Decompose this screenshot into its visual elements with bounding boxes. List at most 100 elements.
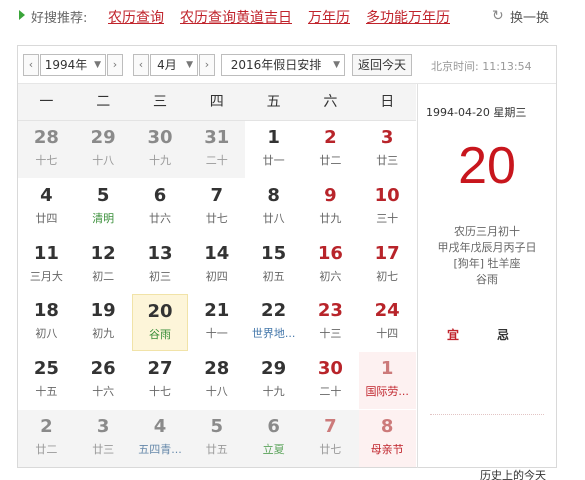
day-cell[interactable]: 7 廿七 [302,410,359,467]
lunar-day: 二十 [319,385,342,399]
day-cell[interactable]: 30 二十 [302,352,359,409]
lunar-info: 农历三月初十 甲戌年戊辰月丙子日 [狗年] 牡羊座 谷雨 [418,224,556,288]
day-cell[interactable]: 15 初五 [245,237,302,294]
link-multi-calendar[interactable]: 多功能万年历 [366,7,450,27]
day-cell[interactable]: 17 初七 [359,237,416,294]
day-cell[interactable]: 23 十三 [302,294,359,351]
divider [430,414,544,415]
day-cell[interactable]: 21 十一 [188,294,245,351]
lunar-day: 廿一 [262,154,285,167]
avoid-label: 忌 [497,328,510,342]
history-today-link[interactable]: 历史上的今天 [480,467,546,480]
day-cell[interactable]: 18 初八 [18,294,75,351]
lunar-day: 谷雨 [148,328,171,342]
day-cell[interactable]: 31 二十 [188,121,246,178]
day-cell[interactable]: 12 初二 [75,237,132,294]
day-number: 4 [153,416,167,437]
day-cell[interactable]: 2 廿二 [302,121,359,178]
lunar-day: 十四 [376,327,399,341]
day-number: 5 [96,184,110,206]
day-cell[interactable]: 6 立夏 [245,410,302,467]
day-cell[interactable]: 6 廿六 [132,179,189,236]
lunar-day: 廿九 [319,211,342,225]
day-cell[interactable]: 8 母亲节 [358,410,416,467]
day-cell[interactable]: 29 十八 [74,121,132,178]
day-cell[interactable]: 3 廿三 [74,410,132,467]
day-number: 11 [33,242,59,264]
lunar-day: 廿四 [35,211,58,225]
day-cell[interactable]: 10 三十 [359,179,416,236]
day-number: 29 [90,127,116,148]
swap-button[interactable]: ↻ 换一换 [492,7,549,26]
chevron-down-icon: ▼ [186,60,193,70]
chevron-down-icon: ▼ [333,60,340,70]
day-number: 8 [380,416,394,437]
day-cell[interactable]: 22 世界地... [245,294,302,351]
day-number: 21 [204,300,230,322]
day-cell[interactable]: 11 三月大 [18,237,75,294]
day-cell[interactable]: 25 十五 [18,352,75,409]
day-cell[interactable]: 5 廿五 [188,410,246,467]
day-number: 10 [374,184,400,206]
lunar-day: 十八 [92,154,115,167]
day-number: 13 [147,242,173,264]
weekday-label: 日 [380,94,395,110]
day-number: 24 [374,300,400,322]
calendar-panel: ‹ 1994年 ▼ › ‹ 4月 ▼ › 2016年假日安排 ▼ 返回今天 北京… [17,45,557,480]
holiday-select[interactable]: 2016年假日安排 ▼ [221,54,345,76]
month-select[interactable]: 4月 ▼ [150,54,198,76]
lunar-day: 国际劳... [365,385,409,399]
suitable-label: 宜 [447,328,460,342]
day-cell[interactable]: 14 初四 [188,237,245,294]
day-cell[interactable]: 29 十九 [245,352,302,409]
next-month-button[interactable]: › [199,54,215,76]
day-cell[interactable]: 1 国际劳... [358,352,416,410]
ganzhi-date: 甲戌年戊辰月丙子日 [437,241,537,254]
day-number: 6 [153,184,167,206]
day-cell[interactable]: 28 十八 [188,352,245,409]
link-perpetual-calendar[interactable]: 万年历 [308,7,350,27]
link-lunar-query[interactable]: 农历查询 [108,7,164,27]
day-number: 28 [33,127,59,148]
play-arrow-icon [19,10,25,20]
day-number: 19 [90,300,116,322]
day-number: 2 [324,127,337,148]
recommend-label: 好搜推荐: [31,11,88,26]
year-value: 1994年 [44,58,88,72]
holiday-value: 2016年假日安排 [230,58,322,72]
day-cell[interactable]: 16 初六 [302,237,359,294]
year-select[interactable]: 1994年 ▼ [40,54,106,76]
day-cell[interactable]: 30 十九 [131,121,189,178]
lunar-day: 廿三 [92,443,115,456]
day-cell[interactable]: 28 十七 [18,121,75,178]
day-cell[interactable]: 8 廿八 [245,179,302,236]
day-cell[interactable]: 1 廿一 [245,121,302,178]
day-cell[interactable]: 26 十六 [75,352,132,409]
day-cell[interactable]: 24 十四 [359,294,416,351]
day-cell[interactable]: 5 清明 [75,179,132,236]
day-cell[interactable]: 27 十七 [132,352,189,409]
day-number: 7 [324,416,337,437]
day-cell[interactable]: 13 初三 [132,237,189,294]
day-cell[interactable]: 4 廿四 [18,179,75,236]
day-number: 1 [380,358,394,380]
day-number: 14 [204,242,230,264]
day-cell[interactable]: 20 谷雨 [131,294,189,352]
day-cell[interactable]: 9 廿九 [302,179,359,236]
lunar-day: 十六 [92,385,115,399]
back-to-today-button[interactable]: 返回今天 [352,54,412,76]
day-cell[interactable]: 4 五四青... [131,410,189,467]
day-number: 3 [380,127,394,148]
day-cell[interactable]: 2 廿二 [18,410,75,467]
prev-month-button[interactable]: ‹ [133,54,149,76]
day-cell[interactable]: 7 廿七 [188,179,245,236]
day-cell[interactable]: 19 初九 [75,294,132,351]
prev-year-button[interactable]: ‹ [23,54,39,76]
next-year-button[interactable]: › [107,54,123,76]
selected-date: 1994-04-20 星期三 [426,106,527,119]
link-lunar-auspicious[interactable]: 农历查询黄道吉日 [180,7,292,27]
lunar-day: 初五 [262,269,285,283]
day-cell[interactable]: 3 廿三 [359,121,416,178]
recommend-bar: 好搜推荐: 农历查询 农历查询黄道吉日 万年历 多功能万年历 ↻ 换一换 [0,0,585,34]
day-number: 31 [204,127,230,148]
